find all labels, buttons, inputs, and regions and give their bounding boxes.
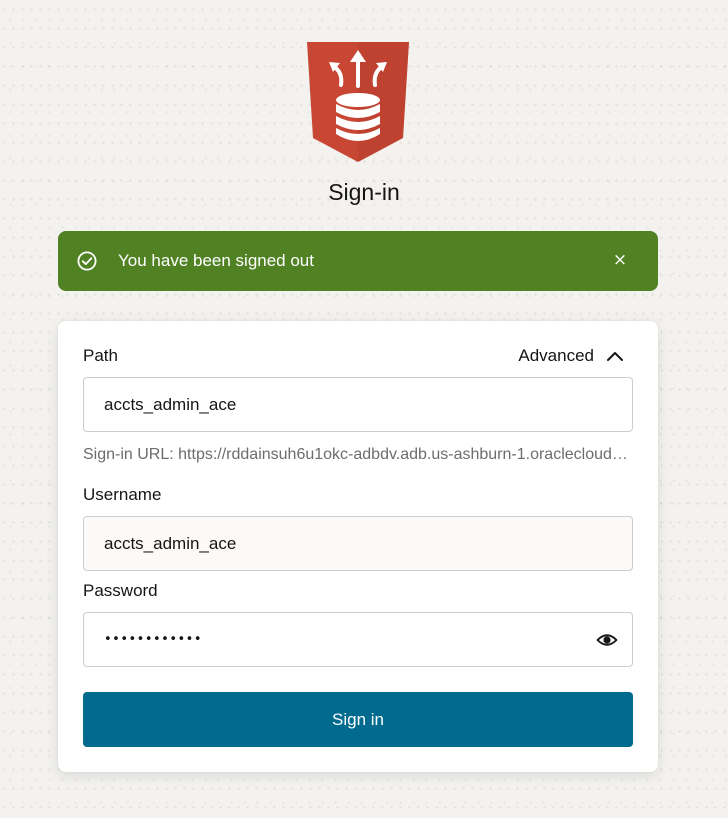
- advanced-label: Advanced: [518, 346, 594, 365]
- logo: [307, 42, 409, 162]
- chevron-up-icon: [606, 350, 624, 362]
- path-input[interactable]: [84, 378, 632, 431]
- signin-url-hint: Sign-in URL: https://rddainsuh6u1okc-adb…: [83, 446, 633, 463]
- database-shield-icon: [307, 42, 409, 162]
- password-field: [83, 612, 633, 667]
- close-banner-button[interactable]: ×: [610, 250, 630, 270]
- username-field: [83, 516, 633, 571]
- signed-out-banner: You have been signed out ×: [58, 231, 658, 291]
- check-circle-icon: [77, 251, 97, 271]
- page-title: Sign-in: [328, 179, 400, 205]
- eye-icon[interactable]: [596, 630, 618, 650]
- username-input[interactable]: [84, 517, 632, 570]
- path-field: [83, 377, 633, 432]
- username-label: Username: [83, 485, 162, 504]
- password-label: Password: [83, 581, 158, 600]
- banner-message: You have been signed out: [118, 251, 314, 270]
- password-input[interactable]: [84, 613, 632, 666]
- sign-in-button[interactable]: Sign in: [83, 692, 633, 747]
- advanced-toggle[interactable]: Advanced: [518, 345, 624, 367]
- path-label: Path: [83, 346, 118, 365]
- signin-card: Path Advanced Sign-in URL: https://rddai…: [58, 321, 658, 772]
